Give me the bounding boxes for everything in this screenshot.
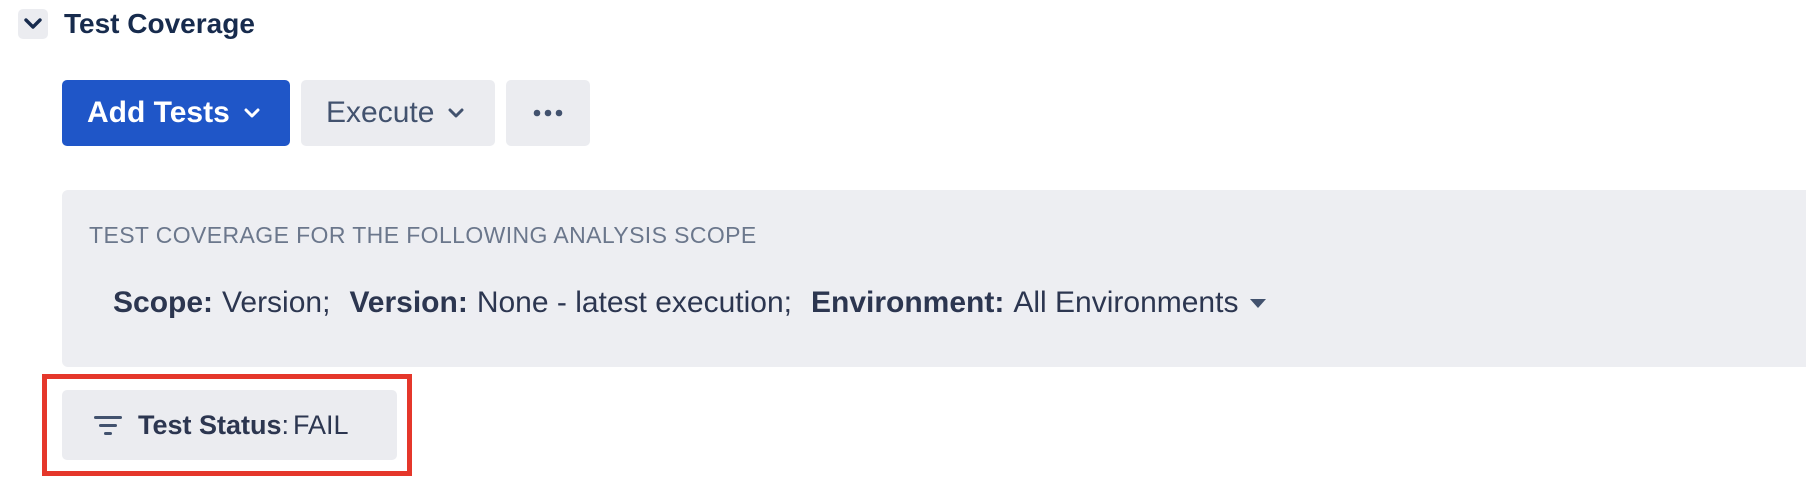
add-tests-button[interactable]: Add Tests <box>62 80 290 146</box>
environment-dropdown[interactable]: All Environments <box>1013 286 1267 320</box>
chevron-down-icon <box>24 18 42 29</box>
filter-separator: : <box>281 409 290 440</box>
section-header: Test Coverage <box>18 6 255 42</box>
add-tests-label: Add Tests <box>87 96 230 129</box>
environment-label: Environment: <box>811 286 1005 319</box>
more-actions-button[interactable] <box>506 80 590 146</box>
section-title: Test Coverage <box>64 8 255 39</box>
execute-label: Execute <box>326 96 435 129</box>
analysis-scope-panel: TEST COVERAGE FOR THE FOLLOWING ANALYSIS… <box>62 190 1806 367</box>
version-label: Version: <box>349 286 468 319</box>
version-value: None - latest execution; <box>476 286 792 319</box>
more-horizontal-icon <box>533 109 563 117</box>
test-status-filter-chip[interactable]: Test Status : FAIL <box>62 390 397 460</box>
scope-details: Scope: Version; Version: None - latest e… <box>113 286 1267 320</box>
scope-label: Scope: <box>113 286 214 319</box>
filter-label: Test Status <box>138 409 282 440</box>
scope-value: Version; <box>222 286 331 319</box>
environment-value: All Environments <box>1013 286 1239 319</box>
scope-heading: TEST COVERAGE FOR THE FOLLOWING ANALYSIS… <box>89 222 757 248</box>
filter-icon <box>94 416 122 435</box>
test-coverage-section: Test Coverage Add Tests Execute TEST COV… <box>0 0 1806 488</box>
chevron-down-icon <box>448 108 464 119</box>
caret-down-icon <box>1250 298 1267 308</box>
execute-button[interactable]: Execute <box>301 80 495 146</box>
filter-value: FAIL <box>293 409 349 440</box>
collapse-toggle-button[interactable] <box>18 9 48 39</box>
chevron-down-icon <box>244 108 260 119</box>
toolbar: Add Tests Execute <box>62 80 590 146</box>
